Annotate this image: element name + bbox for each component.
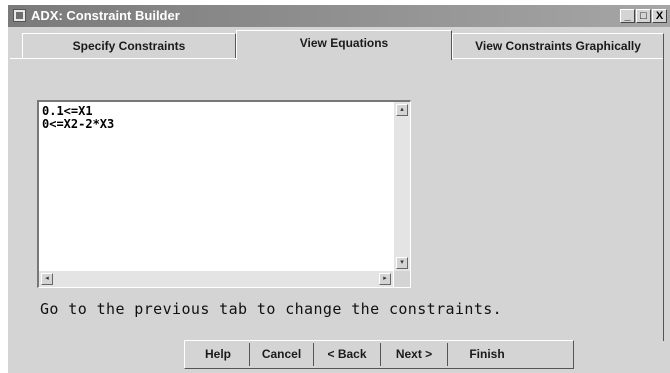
back-button[interactable]: < Back [314,343,381,366]
scroll-up-icon[interactable]: ▴ [396,104,408,116]
button-bar: Help Cancel < Back Next > Finish [184,340,574,369]
tab-panel-border-right [663,58,664,341]
help-button[interactable]: Help [187,343,250,366]
maximize-button[interactable]: □ [636,9,651,23]
equations-text[interactable]: 0.1<=X1 0<=X2-2*X3 [42,105,114,131]
minimize-button[interactable]: _ [620,9,635,23]
tab-view-constraints-graphically[interactable]: View Constraints Graphically [452,33,664,59]
scroll-down-icon[interactable]: ▾ [396,257,408,269]
cancel-button[interactable]: Cancel [250,343,314,366]
equation-line: 0<=X2-2*X3 [42,117,115,131]
constraint-builder-window: ADX: Constraint Builder _ □ X Specify Co… [8,5,670,373]
title-bar[interactable]: ADX: Constraint Builder _ □ X [8,5,670,27]
equations-textarea[interactable]: 0.1<=X1 0<=X2-2*X3 ▴ ▾ ◂ ▸ [37,100,411,288]
window-title: ADX: Constraint Builder [31,8,180,23]
close-button[interactable]: X [652,9,667,23]
app-icon [13,9,26,22]
scrollbar-corner [394,271,410,287]
tab-view-equations[interactable]: View Equations [236,30,452,60]
tab-specify-constraints[interactable]: Specify Constraints [22,33,236,59]
tab-bar: Specify Constraints View Equations View … [8,27,670,60]
horizontal-scrollbar[interactable]: ◂ ▸ [39,271,393,287]
vertical-scrollbar[interactable]: ▴ ▾ [394,102,410,271]
hint-text: Go to the previous tab to change the con… [40,300,503,318]
next-button[interactable]: Next > [381,343,448,366]
scroll-left-icon[interactable]: ◂ [41,273,53,285]
finish-button[interactable]: Finish [448,343,526,366]
scroll-right-icon[interactable]: ▸ [379,273,391,285]
